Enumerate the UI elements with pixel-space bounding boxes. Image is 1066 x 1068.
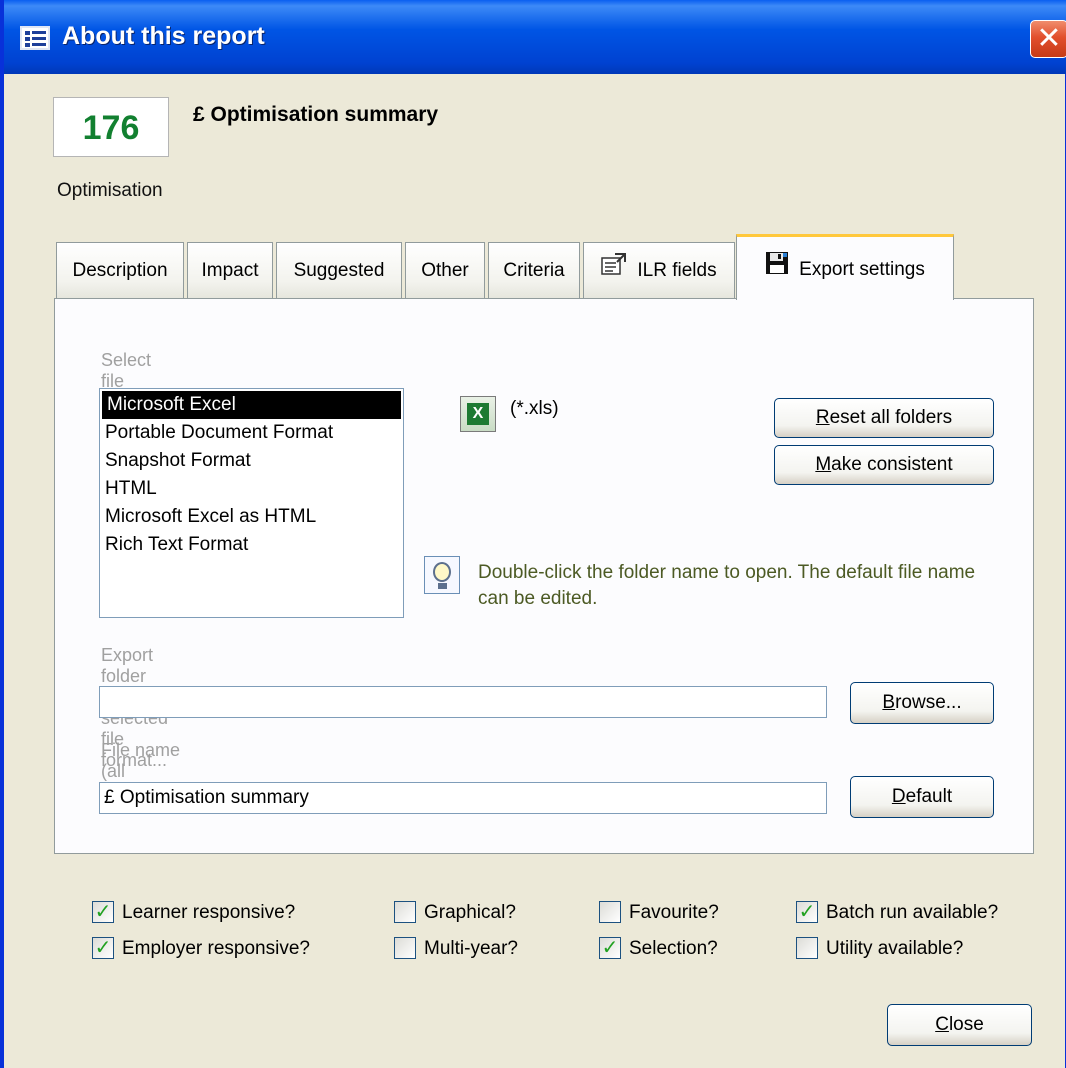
close-icon: ✕ <box>1036 22 1062 55</box>
close-button[interactable]: Close <box>887 1004 1032 1046</box>
tab-export-settings[interactable]: Export settings <box>736 234 954 300</box>
reset-all-folders-button[interactable]: Reset all folders <box>774 398 994 438</box>
file-format-listbox[interactable]: Microsoft Excel Portable Document Format… <box>99 388 404 618</box>
report-title: £ Optimisation summary <box>193 103 439 126</box>
list-item[interactable]: Snapshot Format <box>100 447 403 475</box>
window-close-button[interactable]: ✕ <box>1030 20 1066 58</box>
list-item[interactable]: Microsoft Excel <box>102 391 401 419</box>
default-button[interactable]: Default <box>850 776 994 818</box>
list-item[interactable]: Portable Document Format <box>100 419 403 447</box>
make-consistent-button[interactable]: Make consistent <box>774 445 994 485</box>
ilr-fields-icon <box>601 243 627 299</box>
tab-description[interactable]: Description <box>56 242 184 298</box>
window-title: About this report <box>62 22 265 50</box>
dialog-window: About this report ✕ 176 £ Optimisation s… <box>0 0 1066 1068</box>
check-icon: ✓ <box>601 937 619 959</box>
lightbulb-icon <box>424 556 460 594</box>
report-number-box: 176 <box>53 97 169 157</box>
tip-text: Double-click the folder name to open. Th… <box>478 562 976 609</box>
tab-impact[interactable]: Impact <box>187 242 273 298</box>
export-folder-field[interactable] <box>99 686 827 718</box>
check-icon: ✓ <box>94 937 112 959</box>
form-icon <box>20 26 50 50</box>
check-icon: ✓ <box>798 901 816 923</box>
list-item[interactable]: HTML <box>100 475 403 503</box>
list-item[interactable]: Microsoft Excel as HTML <box>100 503 403 531</box>
excel-icon: X <box>460 396 496 432</box>
tab-other[interactable]: Other <box>405 242 485 298</box>
report-number: 176 <box>82 109 140 147</box>
list-item[interactable]: Rich Text Format <box>100 531 403 559</box>
title-bar[interactable]: About this report ✕ <box>4 0 1066 74</box>
check-icon: ✓ <box>94 901 112 923</box>
report-category: Optimisation <box>57 180 163 201</box>
file-name-field[interactable]: £ Optimisation summary <box>99 782 827 814</box>
file-extension: (*.xls) <box>510 398 559 419</box>
tab-suggested[interactable]: Suggested <box>276 242 402 298</box>
tab-criteria[interactable]: Criteria <box>488 242 580 298</box>
browse-button[interactable]: Browse... <box>850 682 994 724</box>
tab-ilr-fields[interactable]: ILR fields <box>583 242 735 298</box>
floppy-disk-icon <box>765 237 789 303</box>
